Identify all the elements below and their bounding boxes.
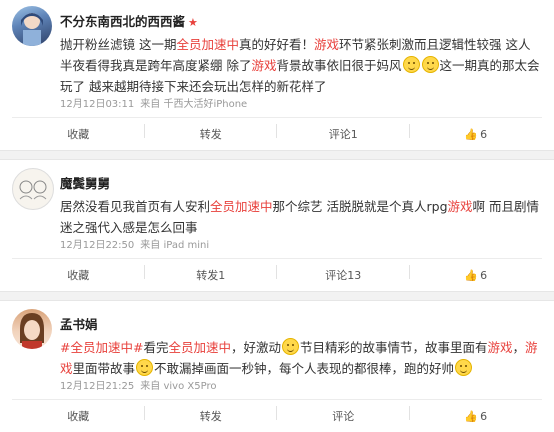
avatar-photo-image: [20, 313, 44, 349]
post-text-segment: 不敢漏掉画面一秒钟，每个人表现的都很棒，跑的好帅: [154, 361, 455, 376]
post-meta: 12月12日21:25 来自 vivo X5Pro: [60, 379, 542, 395]
thumbs-up-icon: 👍: [464, 268, 479, 282]
repost-button[interactable]: 转发: [145, 406, 278, 424]
avatar-anime-image: [21, 13, 43, 46]
weibo-feed: 不分东南西北的西西酱 ★ 抛开粉丝滤镜 这一期全员加速中真的好好看！游戏环节紧张刺…: [0, 0, 554, 432]
collect-button[interactable]: 收藏: [12, 265, 145, 283]
timestamp: 12月12日03:11: [60, 99, 135, 110]
timestamp: 12月12日21:25: [60, 381, 135, 392]
avatar[interactable]: [12, 309, 52, 349]
thumbs-up-icon: 👍: [464, 409, 479, 423]
post-card: 不分东南西北的西西酱 ★ 抛开粉丝滤镜 这一期全员加速中真的好好看！游戏环节紧张刺…: [0, 0, 554, 150]
emoji-icon: [455, 359, 473, 376]
post-card: 魔鬓舅舅 居然没看见我首页有人安利全员加速中那个综艺 活脱脱就是个真人rpg游戏…: [0, 160, 554, 291]
emoji-icon: [421, 56, 439, 73]
username[interactable]: 魔鬓舅舅: [60, 173, 110, 192]
post-meta: 12月12日03:11 来自 千西大活好iPhone: [60, 97, 542, 113]
post-divider: [0, 150, 554, 160]
post-text: 抛开粉丝滤镜 这一期全员加速中真的好好看！游戏环节紧张刺激而且逻辑性较强 这人半…: [60, 34, 542, 97]
timestamp: 12月12日22:50: [60, 240, 135, 251]
source: 来自 vivo X5Pro: [140, 381, 217, 392]
repost-button[interactable]: 转发: [145, 124, 278, 142]
emoji-icon: [282, 338, 299, 355]
post-card: 孟书娟 #全员加速中#看完全员加速中，好激动 节目精彩的故事情节，故事里面有游戏，…: [0, 301, 554, 432]
like-button[interactable]: 👍 6: [410, 269, 543, 282]
username[interactable]: 不分东南西北的西西酱 ★: [60, 11, 198, 30]
comment-button[interactable]: 评论: [277, 406, 410, 424]
action-bar: 收藏 转发 评论1 👍 6: [12, 117, 542, 150]
action-bar: 收藏 转发 评论 👍 6: [12, 399, 542, 432]
username[interactable]: 孟书娟: [60, 314, 98, 333]
post-text-segment: 里面带故事: [72, 361, 136, 376]
collect-button[interactable]: 收藏: [12, 406, 145, 424]
emoji-icon: [136, 359, 154, 376]
highlight-link[interactable]: 游戏: [251, 58, 276, 73]
like-button[interactable]: 👍 6: [410, 410, 543, 423]
post-header: 不分东南西北的西西酱 ★: [12, 6, 542, 46]
emoji-icon: [402, 56, 420, 73]
thumbs-up-icon: 👍: [464, 127, 479, 141]
vip-star-icon: ★: [188, 16, 198, 29]
post-header: 孟书娟: [12, 309, 542, 349]
collect-button[interactable]: 收藏: [12, 124, 145, 142]
like-button[interactable]: 👍 6: [410, 128, 543, 141]
avatar[interactable]: [12, 6, 52, 46]
source: 来自 千西大活好iPhone: [140, 99, 248, 110]
comment-button[interactable]: 评论13: [277, 265, 410, 283]
source: 来自 iPad mini: [140, 240, 210, 251]
repost-button[interactable]: 转发1: [145, 265, 278, 283]
post-header: 魔鬓舅舅: [12, 168, 542, 210]
action-bar: 收藏 转发1 评论13 👍 6: [12, 258, 542, 291]
avatar-sketch-image: [19, 180, 47, 200]
avatar[interactable]: [12, 168, 54, 210]
post-divider: [0, 291, 554, 301]
post-text-segment: 背景故事依旧很于妈风: [276, 58, 402, 73]
comment-button[interactable]: 评论1: [277, 124, 410, 142]
post-meta: 12月12日22:50 来自 iPad mini: [60, 238, 542, 254]
